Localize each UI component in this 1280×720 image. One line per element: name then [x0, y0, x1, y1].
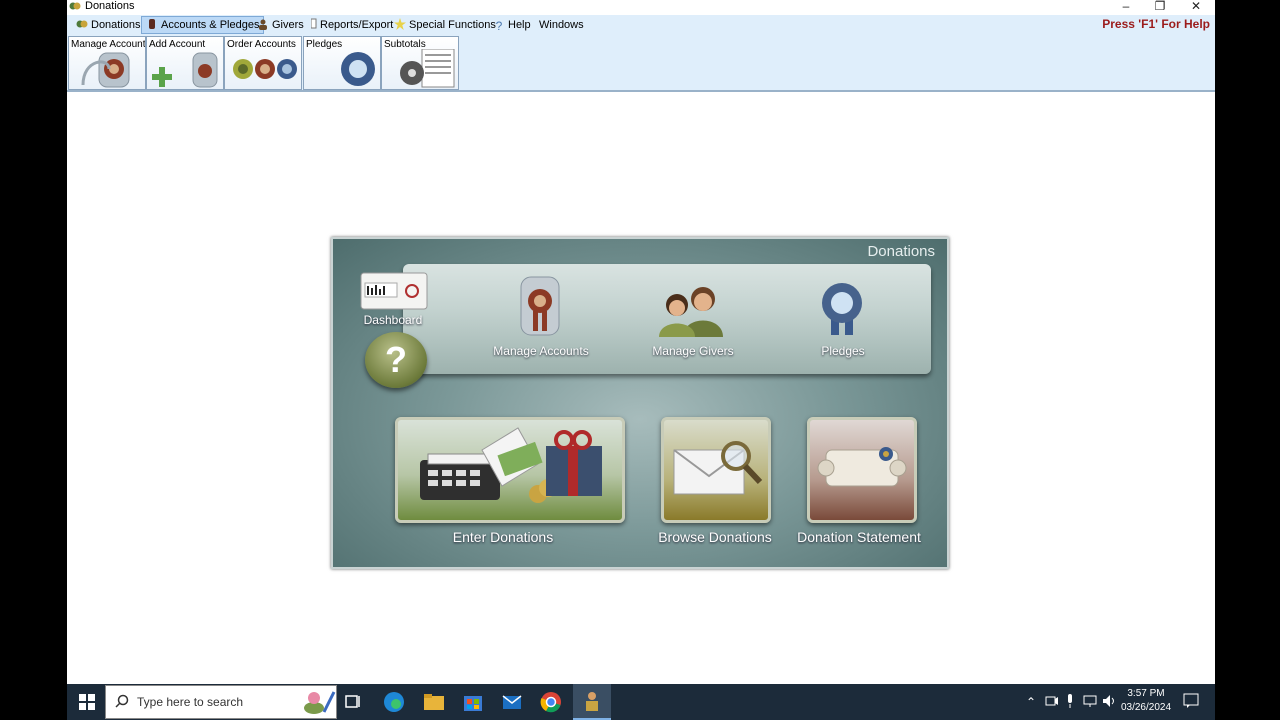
menu-bar: Donations Accounts & Pledges Givers Repo…	[67, 15, 1215, 35]
donations-app-taskbar-button[interactable]	[573, 684, 611, 720]
gears-receipt-icon	[400, 49, 455, 88]
microsoft-store-icon[interactable]	[462, 691, 484, 713]
microphone-icon[interactable]	[1065, 693, 1075, 709]
toolbar: Manage Accounts Add Account Order Accoun…	[67, 35, 1215, 92]
toolbar-pledges-button[interactable]: Pledges	[303, 36, 381, 90]
pledges-label: Pledges	[821, 344, 865, 358]
clock-time: 3:57 PM	[1127, 688, 1165, 699]
donations-app-icon	[586, 692, 598, 711]
menu-label: Windows	[539, 19, 584, 31]
menu-label: Accounts & Pledges	[161, 19, 260, 31]
menu-label: Help	[508, 19, 531, 31]
scroll-seal-icon	[817, 447, 907, 487]
pledge-badge-icon	[341, 52, 375, 86]
menu-reports-export[interactable]: Reports/Export	[307, 16, 397, 34]
close-button[interactable]: ✕	[1181, 0, 1211, 13]
add-icon	[152, 52, 218, 88]
search-placeholder: Type here to search	[137, 695, 244, 709]
donations-icon	[76, 20, 88, 28]
restore-button[interactable]: ❐	[1145, 0, 1175, 13]
report-icon	[311, 18, 317, 29]
meet-now-icon[interactable]	[1045, 694, 1059, 708]
donation-statement-tile[interactable]	[807, 417, 917, 523]
menu-accounts-pledges[interactable]: Accounts & Pledges	[141, 16, 265, 34]
edge-browser-icon[interactable]	[383, 691, 405, 713]
volume-icon[interactable]	[1102, 694, 1118, 708]
help-icon: ?	[495, 19, 503, 33]
manage-givers-label: Manage Givers	[652, 344, 734, 358]
envelope-magnifier-icon	[673, 441, 763, 495]
app-icon	[69, 2, 81, 10]
toolbar-subtotals-button[interactable]: Subtotals	[381, 36, 459, 90]
ribbons-icon	[233, 59, 297, 79]
enter-donations-tile[interactable]	[395, 417, 625, 523]
toolbar-order-accounts-button[interactable]: Order Accounts	[224, 36, 302, 90]
menu-windows[interactable]: Windows	[535, 16, 588, 34]
dashboard-button[interactable]	[359, 271, 429, 311]
donations-app-window: Donations – ❐ ✕ Donations Accounts & Ple…	[67, 0, 1215, 684]
dashboard-icon	[360, 272, 428, 310]
manage-givers-shelf-button[interactable]	[653, 283, 733, 337]
network-icon[interactable]	[1083, 694, 1099, 708]
file-explorer-icon[interactable]	[423, 691, 445, 713]
star-icon	[394, 18, 406, 30]
windows-start-icon[interactable]	[79, 694, 95, 710]
search-icon	[115, 694, 129, 708]
menu-special-functions[interactable]: Special Functions	[390, 16, 500, 34]
flowers-paint-icon	[304, 691, 336, 714]
windows-taskbar: Type here to search ⌃ 3:57 PM 03/26/2024	[67, 684, 1215, 720]
pledge-badge-icon	[822, 283, 862, 335]
taskbar-search-box[interactable]: Type here to search	[105, 685, 337, 719]
help-button[interactable]: ?	[365, 332, 427, 388]
toolbar-manage-accounts-button[interactable]: Manage Accounts	[68, 36, 146, 90]
chrome-browser-icon[interactable]	[540, 691, 562, 713]
menu-label: Givers	[272, 19, 304, 31]
menu-donations[interactable]: Donations	[72, 16, 145, 34]
window-title: Donations	[85, 0, 135, 12]
tray-overflow-icon[interactable]: ⌃	[1026, 695, 1036, 709]
mail-icon[interactable]	[501, 691, 523, 713]
browse-donations-label: Browse Donations	[658, 529, 772, 545]
menu-help[interactable]: ? Help	[489, 16, 535, 34]
calculator-gifts-icon	[420, 427, 602, 503]
manage-accounts-shelf-button[interactable]	[511, 275, 571, 337]
menu-givers[interactable]: Givers	[253, 16, 308, 34]
people-icon	[659, 287, 723, 337]
menu-label: Special Functions	[409, 19, 496, 31]
jar-icon	[149, 19, 155, 29]
task-view-icon[interactable]	[344, 693, 362, 711]
donations-dashboard-panel: Donations Dashboard ? Manage Accounts Ma…	[331, 237, 949, 569]
f1-help-hint: Press 'F1' For Help	[1102, 17, 1210, 31]
taskbar-clock[interactable]: 3:57 PM 03/26/2024	[1119, 687, 1173, 715]
jar-ribbon-icon	[81, 52, 130, 88]
browse-donations-tile[interactable]	[661, 417, 771, 523]
enter-donations-label: Enter Donations	[452, 529, 554, 545]
panel-title: Donations	[867, 243, 935, 260]
title-bar: Donations – ❐ ✕	[67, 0, 1215, 14]
notifications-icon[interactable]	[1183, 693, 1199, 709]
minimize-button[interactable]: –	[1111, 0, 1141, 13]
pledges-shelf-button[interactable]	[819, 281, 865, 337]
person-icon	[259, 19, 267, 30]
menu-label: Donations	[91, 19, 141, 31]
dashboard-label: Dashboard	[363, 313, 423, 327]
toolbar-add-account-button[interactable]: Add Account	[146, 36, 224, 90]
menu-label: Reports/Export	[320, 19, 394, 31]
donation-statement-label: Donation Statement	[797, 529, 921, 545]
manage-accounts-label: Manage Accounts	[493, 344, 589, 358]
clock-date: 03/26/2024	[1120, 702, 1172, 713]
jar-ribbon-icon	[520, 276, 560, 336]
